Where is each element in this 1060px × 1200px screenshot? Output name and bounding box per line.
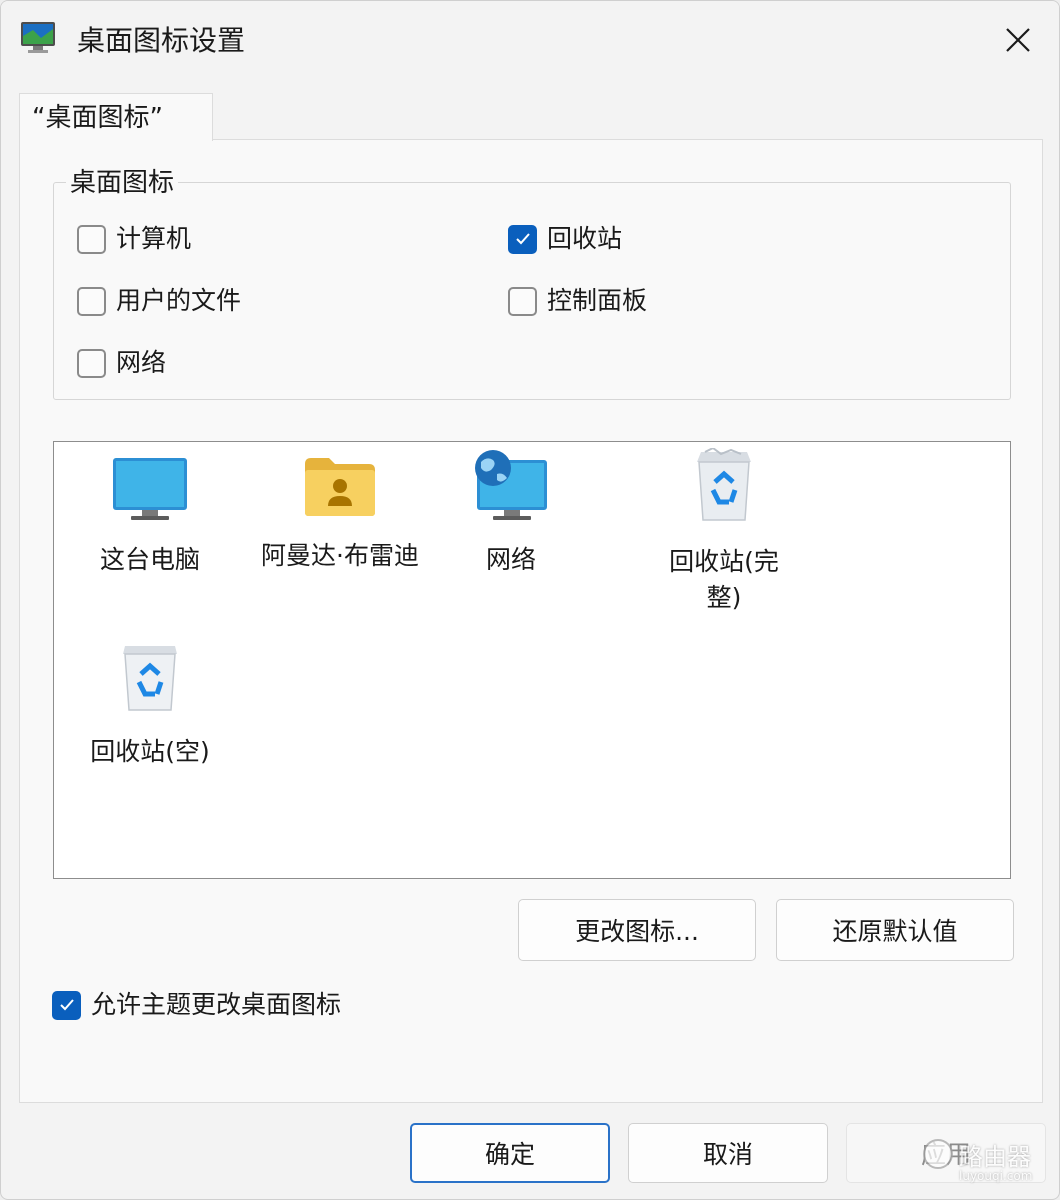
watermark: 路由器 luyouqi.com bbox=[923, 1137, 1043, 1193]
checkbox-label: 回收站 bbox=[547, 224, 623, 253]
checkbox-box[interactable] bbox=[508, 224, 537, 254]
group-legend: 桌面图标 bbox=[66, 165, 179, 201]
checkbox-box[interactable] bbox=[77, 286, 106, 316]
icon-item-recycle-bin-full[interactable]: 回收站(完整) bbox=[624, 448, 824, 616]
window-title: 桌面图标设置 bbox=[77, 24, 246, 57]
checkbox-box[interactable] bbox=[52, 990, 81, 1020]
icon-item-this-pc[interactable]: 这台电脑 bbox=[50, 456, 250, 578]
desktop-icons-group: 桌面图标 计算机 回收站 用户的文件 控制面板 网络 bbox=[53, 165, 1011, 400]
checkbox-recycle-bin[interactable]: 回收站 bbox=[508, 221, 622, 257]
recycle-bin-empty-icon bbox=[123, 646, 177, 711]
display-settings-icon bbox=[19, 17, 59, 57]
watermark-text: 路由器 bbox=[959, 1143, 1031, 1171]
change-icon-button[interactable]: 更改图标... bbox=[518, 899, 756, 961]
checkbox-label: 网络 bbox=[116, 348, 167, 377]
checkbox-box[interactable] bbox=[508, 286, 537, 316]
checkmark-icon bbox=[515, 233, 530, 245]
checkbox-user-files[interactable]: 用户的文件 bbox=[77, 283, 241, 319]
icon-item-label: 网络 bbox=[485, 545, 536, 574]
watermark-subtext: luyouqi.com bbox=[959, 1169, 1033, 1183]
recycle-bin-full-icon bbox=[697, 448, 751, 521]
checkbox-label: 控制面板 bbox=[547, 286, 648, 315]
tab-desktop-icons[interactable]: “桌面图标” bbox=[19, 93, 213, 141]
icon-preview-list[interactable]: 这台电脑 阿曼达·布雷迪 网络 回收站(完整) 回收站(空) bbox=[53, 441, 1011, 879]
close-button[interactable] bbox=[993, 19, 1043, 61]
ok-button[interactable]: 确定 bbox=[410, 1123, 610, 1183]
checkbox-label: 用户的文件 bbox=[116, 286, 242, 315]
checkbox-label: 允许主题更改桌面图标 bbox=[91, 990, 342, 1019]
title-bar[interactable]: 桌面图标设置 bbox=[1, 1, 1059, 79]
cancel-button[interactable]: 取消 bbox=[628, 1123, 828, 1183]
icon-item-recycle-bin-empty[interactable]: 回收站(空) bbox=[50, 642, 250, 770]
checkmark-icon bbox=[59, 999, 74, 1011]
network-globe-icon bbox=[475, 450, 547, 520]
tab-panel: 桌面图标 计算机 回收站 用户的文件 控制面板 网络 这台电脑 阿曼达·布雷迪 … bbox=[19, 139, 1043, 1103]
icon-item-network[interactable]: 网络 bbox=[411, 448, 611, 578]
checkbox-allow-themes[interactable]: 允许主题更改桌面图标 bbox=[52, 987, 341, 1023]
user-folder-icon bbox=[305, 458, 375, 516]
checkbox-box[interactable] bbox=[77, 348, 106, 378]
checkbox-computer[interactable]: 计算机 bbox=[77, 221, 191, 257]
icon-item-label: 回收站(完整) bbox=[669, 547, 779, 612]
monitor-icon bbox=[113, 458, 187, 520]
checkbox-label: 计算机 bbox=[116, 224, 192, 253]
watermark-logo-icon bbox=[923, 1139, 953, 1169]
close-icon bbox=[1006, 28, 1030, 52]
icon-item-label: 这台电脑 bbox=[99, 545, 200, 574]
checkbox-box[interactable] bbox=[77, 224, 106, 254]
icon-item-label: 回收站(空) bbox=[90, 737, 210, 766]
icon-item-label: 阿曼达·布雷迪 bbox=[261, 541, 419, 570]
checkbox-control-panel[interactable]: 控制面板 bbox=[508, 283, 647, 319]
icon-item-user-folder[interactable]: 阿曼达·布雷迪 bbox=[240, 456, 440, 574]
desktop-icon-settings-dialog: 桌面图标设置 “桌面图标” 桌面图标 计算机 回收站 用户的文件 控制面板 网络… bbox=[0, 0, 1060, 1200]
restore-default-button[interactable]: 还原默认值 bbox=[776, 899, 1014, 961]
checkbox-network[interactable]: 网络 bbox=[77, 345, 166, 381]
